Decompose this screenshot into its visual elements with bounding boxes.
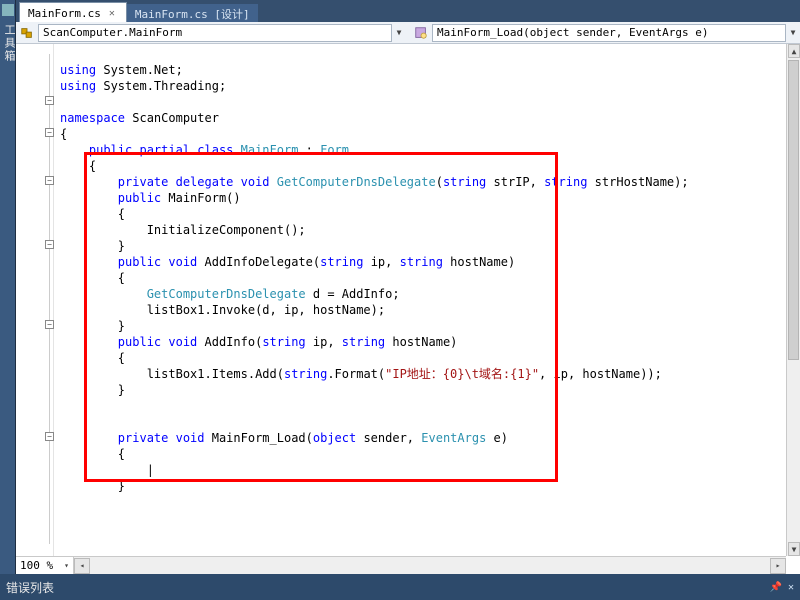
scroll-right-icon[interactable]: ▸ bbox=[770, 558, 786, 574]
error-list-panel[interactable]: 错误列表 📌 ✕ bbox=[0, 574, 800, 600]
class-icon bbox=[20, 26, 34, 40]
close-icon[interactable]: ✕ bbox=[788, 582, 794, 593]
horizontal-scrollbar[interactable] bbox=[90, 558, 770, 574]
scroll-up-icon[interactable]: ▲ bbox=[788, 44, 800, 58]
error-list-title: 错误列表 bbox=[6, 579, 54, 596]
code-content[interactable]: using System.Net; using System.Threading… bbox=[54, 44, 786, 556]
editor-gutter bbox=[16, 44, 54, 556]
scroll-down-icon[interactable]: ▼ bbox=[788, 542, 800, 556]
document-tabs: MainForm.cs ✕ MainForm.cs [设计] bbox=[16, 0, 800, 22]
class-selector-text: ScanComputer.MainForm bbox=[43, 26, 182, 39]
code-nav-bar: ScanComputer.MainForm ▼ MainForm_Load(ob… bbox=[16, 22, 800, 44]
close-icon[interactable]: ✕ bbox=[106, 8, 118, 20]
scroll-left-icon[interactable]: ◂ bbox=[74, 558, 90, 574]
vertical-scrollbar[interactable]: ▲ ▼ bbox=[786, 44, 800, 556]
class-selector[interactable]: ScanComputer.MainForm bbox=[38, 24, 392, 42]
fold-toggle[interactable] bbox=[45, 96, 54, 105]
fold-toggle[interactable] bbox=[45, 320, 54, 329]
chevron-down-icon[interactable]: ▼ bbox=[392, 28, 406, 37]
member-selector[interactable]: MainForm_Load(object sender, EventArgs e… bbox=[432, 24, 786, 42]
tab-mainform-designer[interactable]: MainForm.cs [设计] bbox=[127, 4, 258, 22]
zoom-selector[interactable]: 100 % ▾ bbox=[16, 557, 74, 574]
fold-toggle[interactable] bbox=[45, 128, 54, 137]
chevron-down-icon[interactable]: ▾ bbox=[64, 561, 69, 570]
fold-toggle[interactable] bbox=[45, 432, 54, 441]
code-editor[interactable]: using System.Net; using System.Threading… bbox=[16, 44, 786, 556]
zoom-value: 100 % bbox=[20, 559, 53, 572]
editor-window: MainForm.cs ✕ MainForm.cs [设计] ScanCompu… bbox=[16, 0, 800, 574]
chevron-down-icon[interactable]: ▼ bbox=[786, 28, 800, 37]
pin-icon[interactable]: 📌 bbox=[770, 582, 782, 593]
left-toolbox-rail[interactable]: 工具箱 bbox=[0, 0, 16, 600]
tab-label: MainForm.cs bbox=[28, 7, 101, 20]
scroll-thumb[interactable] bbox=[788, 60, 799, 360]
method-icon bbox=[414, 26, 428, 40]
fold-toggle[interactable] bbox=[45, 176, 54, 185]
toolbox-label: 工具箱 bbox=[1, 24, 17, 63]
toolbox-icon bbox=[2, 4, 14, 16]
member-selector-text: MainForm_Load(object sender, EventArgs e… bbox=[437, 26, 709, 39]
editor-status-bar: 100 % ▾ ◂ ▸ bbox=[16, 556, 786, 574]
fold-toggle[interactable] bbox=[45, 240, 54, 249]
tab-mainform-cs[interactable]: MainForm.cs ✕ bbox=[19, 2, 127, 22]
tab-label: MainForm.cs [设计] bbox=[135, 6, 250, 22]
